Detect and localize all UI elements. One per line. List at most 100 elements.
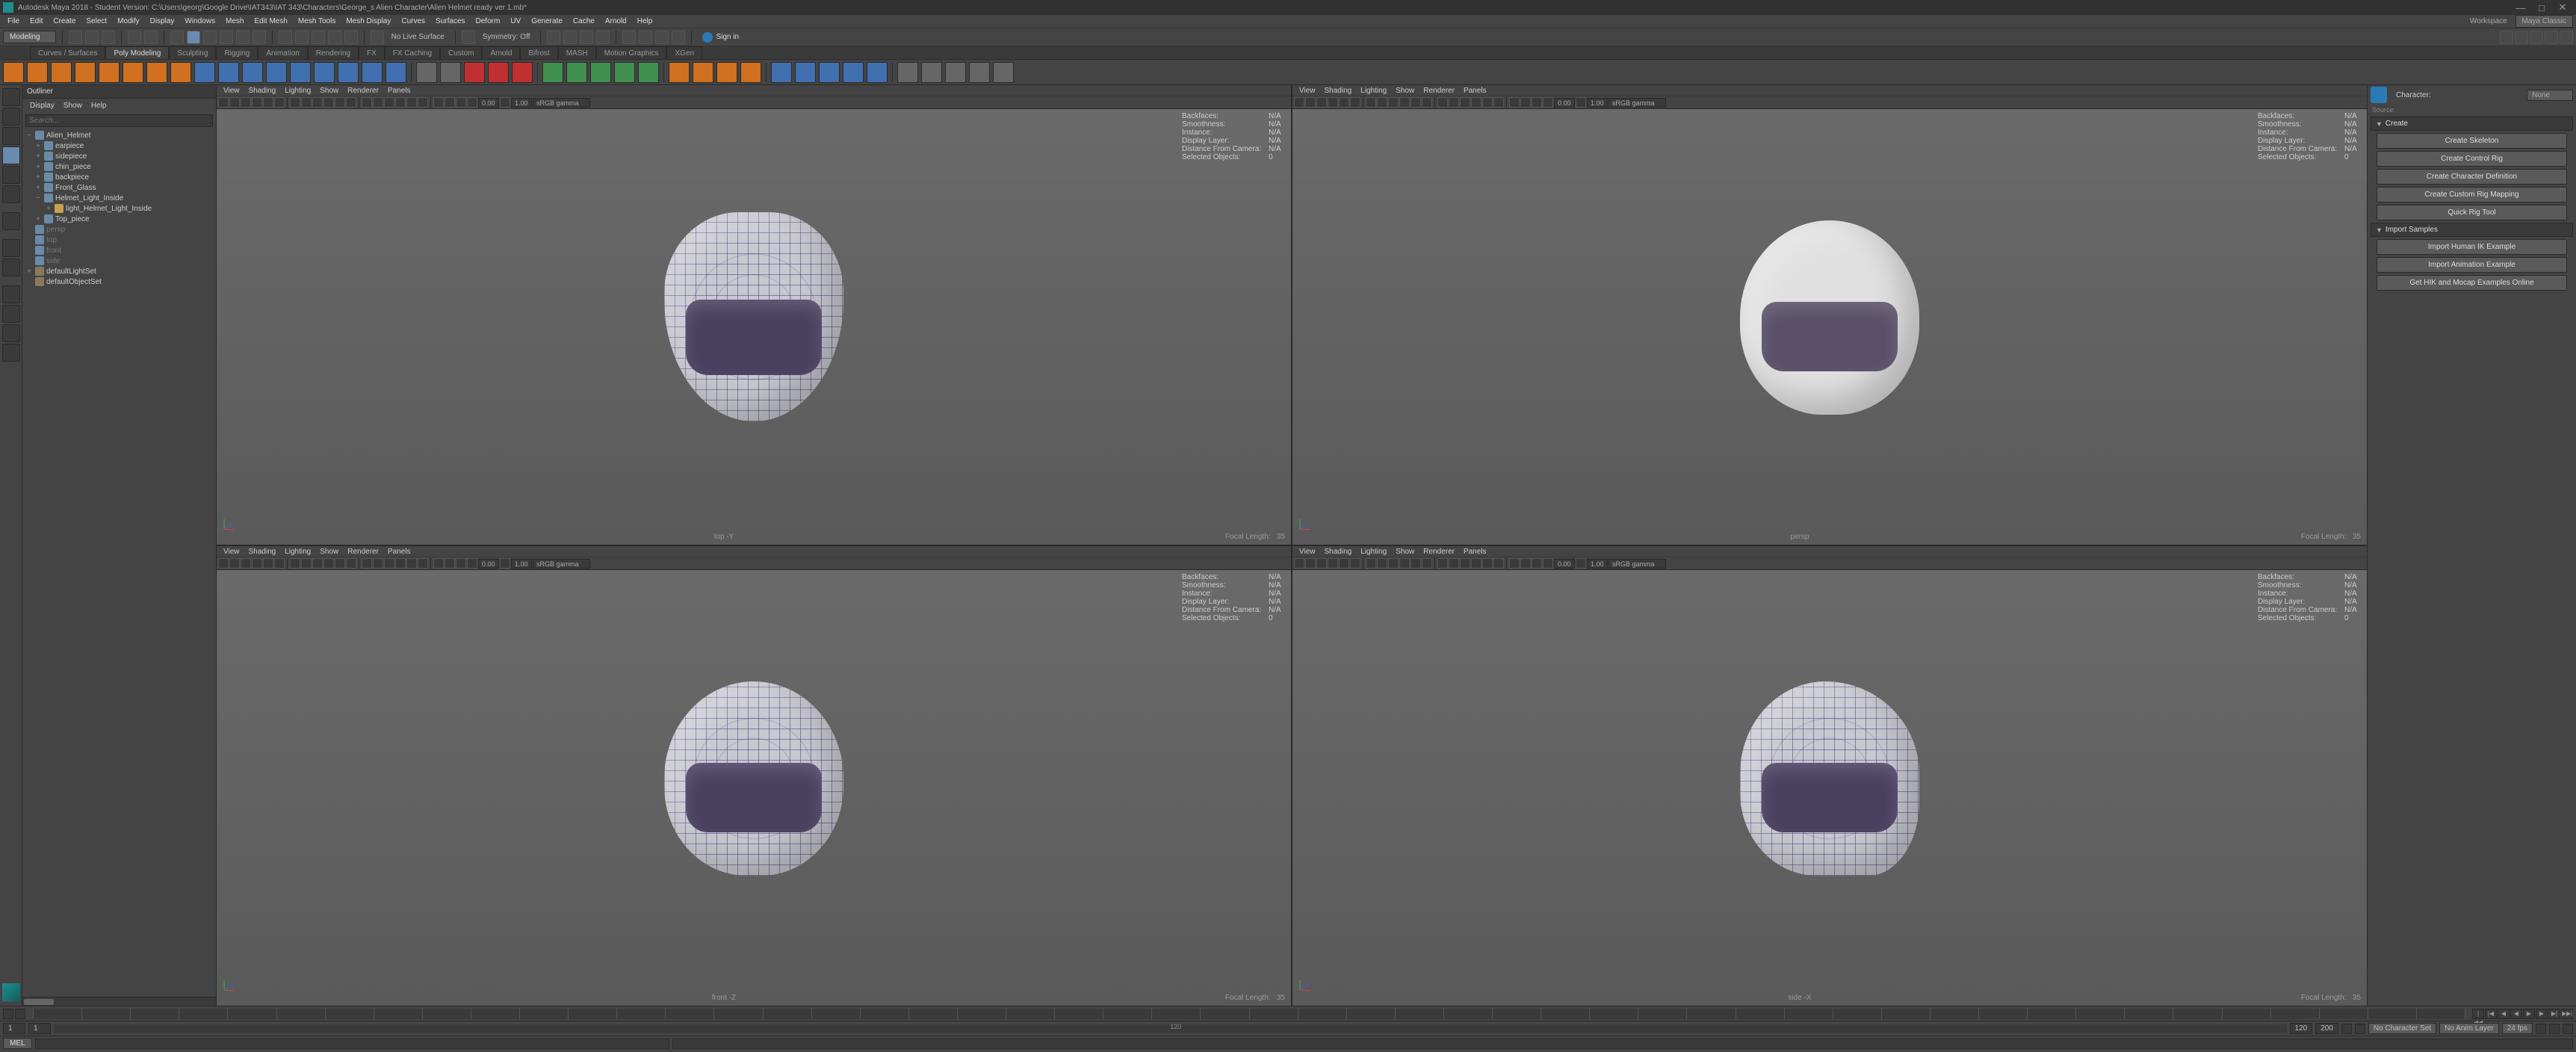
quad-draw-icon[interactable]: [897, 62, 918, 83]
vp-tool-18-icon[interactable]: [433, 97, 444, 108]
poly-torus-icon[interactable]: [99, 62, 120, 83]
humanik-icon[interactable]: [2371, 87, 2387, 103]
vp-menu-shading[interactable]: Shading: [1321, 87, 1356, 95]
vp-exposure-field[interactable]: 0.00: [1554, 98, 1575, 108]
vp-tool-18-icon[interactable]: [433, 558, 444, 569]
viewport-persp[interactable]: ViewShadingLightingShowRendererPanels0.0…: [1292, 85, 2367, 545]
play-forward-icon[interactable]: ▶: [2523, 1009, 2535, 1019]
vp-tool-18-icon[interactable]: [1509, 558, 1520, 569]
menu-cache[interactable]: Cache: [569, 16, 599, 27]
vp-colorspace-dropdown[interactable]: sRGB gamma: [533, 559, 590, 569]
outliner-scrollbar[interactable]: [22, 997, 216, 1006]
outliner-item-Top_piece[interactable]: +Top_piece: [24, 214, 214, 224]
menu-edit[interactable]: Edit: [25, 16, 47, 27]
autokey-icon[interactable]: [2536, 1024, 2546, 1034]
range-out-field[interactable]: 120: [2290, 1023, 2313, 1034]
go-end-icon[interactable]: ▶▶|: [2561, 1009, 2573, 1019]
history-icon[interactable]: [547, 31, 560, 44]
vp-tool-11-icon[interactable]: [346, 558, 356, 569]
layout-four-icon[interactable]: [2, 324, 20, 342]
vp-tool-11-icon[interactable]: [1422, 558, 1432, 569]
shelf-tab-polymodeling[interactable]: Poly Modeling: [105, 46, 169, 59]
mirror-icon[interactable]: [693, 62, 713, 83]
vp-colorspace-dropdown[interactable]: sRGB gamma: [533, 98, 590, 108]
vp-tool-10-icon[interactable]: [335, 97, 345, 108]
poly-superellipse-icon[interactable]: [338, 62, 359, 83]
vp-gamma-icon[interactable]: [500, 97, 510, 108]
shelf-tab-animation[interactable]: Animation: [258, 46, 307, 59]
vp-menu-view[interactable]: View: [1295, 87, 1319, 95]
select-object-icon[interactable]: [187, 31, 200, 44]
vp-tool-17-icon[interactable]: [1493, 97, 1504, 108]
vp-tool-8-icon[interactable]: [1388, 97, 1399, 108]
vp-exposure-field[interactable]: 0.00: [1554, 559, 1575, 569]
vp-tool-20-icon[interactable]: [456, 558, 466, 569]
panel-single-icon[interactable]: [622, 31, 636, 44]
vp-gamma-field[interactable]: 1.00: [1587, 559, 1608, 569]
extrude-icon[interactable]: [542, 62, 563, 83]
sidebar-toggle4-icon[interactable]: [2545, 31, 2558, 44]
select-mode-icon[interactable]: [170, 31, 184, 44]
minimize-button[interactable]: —: [2510, 2, 2531, 13]
shelf-tab-mash[interactable]: MASH: [558, 46, 596, 59]
step-back-key-icon[interactable]: |◀: [2485, 1009, 2497, 1019]
offset-edge-icon[interactable]: [867, 62, 888, 83]
shelf-tab-motiongraphics[interactable]: Motion Graphics: [596, 46, 667, 59]
render-settings-icon[interactable]: [596, 31, 610, 44]
menu-set-dropdown[interactable]: Modeling: [3, 31, 56, 43]
vp-tool-6-icon[interactable]: [1366, 97, 1376, 108]
section-import-samples[interactable]: ▼Import Samples: [2371, 223, 2573, 237]
soft-select-icon[interactable]: [2, 239, 20, 257]
shelf-tab-curves[interactable]: Curves / Surfaces: [30, 46, 105, 59]
poly-platonic-icon[interactable]: [170, 62, 191, 83]
outliner-item-top[interactable]: top: [24, 235, 214, 245]
select-tool-icon[interactable]: [2, 88, 20, 106]
vp-tool-3-icon[interactable]: [252, 558, 262, 569]
range-start-field[interactable]: 1: [3, 1023, 25, 1034]
vp-tool-16-icon[interactable]: [1482, 97, 1493, 108]
menu-arnold[interactable]: Arnold: [601, 16, 631, 27]
vp-tool-17-icon[interactable]: [1493, 558, 1504, 569]
vp-menu-shading[interactable]: Shading: [245, 87, 280, 95]
multicut-icon[interactable]: [771, 62, 792, 83]
target-weld-icon[interactable]: [795, 62, 816, 83]
vp-tool-7-icon[interactable]: [301, 558, 312, 569]
vp-menu-panels[interactable]: Panels: [1460, 87, 1490, 95]
combine-icon[interactable]: [416, 62, 437, 83]
outliner-item-backpiece[interactable]: +backpiece: [24, 172, 214, 182]
vp-menu-renderer[interactable]: Renderer: [344, 548, 383, 556]
range-option1-icon[interactable]: [2341, 1024, 2352, 1034]
poly-prism-icon[interactable]: [218, 62, 239, 83]
menu-display[interactable]: Display: [146, 16, 179, 27]
outliner-item-defaultLightSet[interactable]: +defaultLightSet: [24, 266, 214, 276]
vp-tool-0-icon[interactable]: [1294, 97, 1304, 108]
menu-mesh-tools[interactable]: Mesh Tools: [294, 16, 340, 27]
vp-tool-14-icon[interactable]: [1460, 558, 1470, 569]
poly-gear-icon[interactable]: [290, 62, 311, 83]
vp-tool-14-icon[interactable]: [384, 97, 394, 108]
symmetry-label[interactable]: Symmetry: Off: [478, 33, 535, 41]
workspace-value[interactable]: Maya Classic: [2515, 15, 2573, 28]
menu-mesh-display[interactable]: Mesh Display: [341, 16, 395, 27]
button-import-human-ik-example[interactable]: Import Human IK Example: [2377, 239, 2567, 255]
viewport-side[interactable]: ViewShadingLightingShowRendererPanels0.0…: [1292, 546, 2367, 1006]
vp-menu-panels[interactable]: Panels: [1460, 548, 1490, 556]
maximize-button[interactable]: □: [2531, 2, 2552, 13]
outliner-search-input[interactable]: [25, 114, 213, 127]
boolean-union-icon[interactable]: [464, 62, 485, 83]
vp-tool-9-icon[interactable]: [323, 97, 334, 108]
vp-tool-20-icon[interactable]: [1532, 558, 1542, 569]
vp-tool-16-icon[interactable]: [406, 558, 417, 569]
viewport-canvas[interactable]: Backfaces:N/ASmoothness:N/AInstance:N/AD…: [1292, 109, 2367, 545]
vp-menu-lighting[interactable]: Lighting: [1357, 548, 1390, 556]
bevel-icon[interactable]: [590, 62, 611, 83]
vp-colorspace-dropdown[interactable]: sRGB gamma: [1609, 559, 1666, 569]
redo-icon[interactable]: [144, 31, 158, 44]
crease-icon[interactable]: [740, 62, 761, 83]
connect-icon[interactable]: [819, 62, 840, 83]
menu-mesh[interactable]: Mesh: [221, 16, 248, 27]
outliner-item-persp[interactable]: persp: [24, 224, 214, 235]
vp-tool-13-icon[interactable]: [373, 558, 383, 569]
menu-generate[interactable]: Generate: [527, 16, 567, 27]
vp-tool-3-icon[interactable]: [252, 97, 262, 108]
